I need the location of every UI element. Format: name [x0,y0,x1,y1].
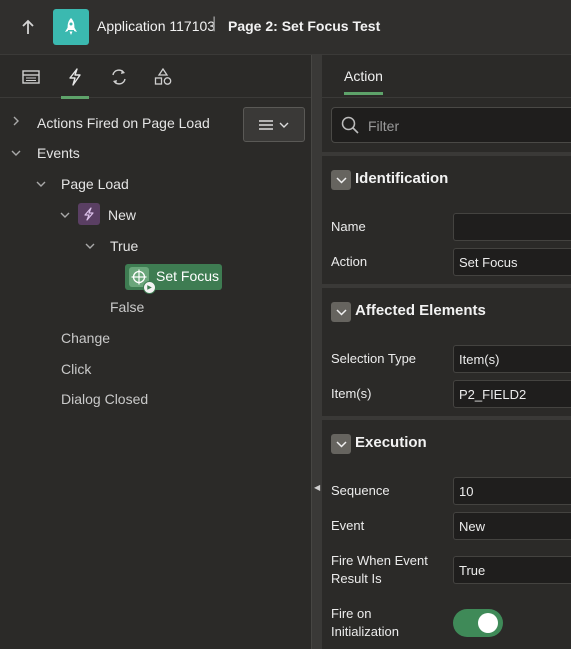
identification-title: Identification [355,170,449,187]
sequence-field[interactable]: 10 [453,477,571,505]
breadcrumb-application[interactable]: Application 117103 [97,18,215,34]
fire-when-label: Fire When Event Result Is [331,553,428,586]
app-rocket-icon[interactable] [53,9,89,45]
affected-elements-title: Affected Elements [355,302,486,319]
dynamic-actions-icon [69,68,81,86]
active-tab-indicator [344,92,383,95]
shared-components-icon [154,68,172,85]
items-field[interactable]: P2_FIELD2 [453,380,571,408]
tree-node-click[interactable]: Click [61,359,91,379]
action-label: Action [331,254,368,269]
tree-node-set-focus[interactable]: ▶ Set Focus [125,264,222,294]
expand-chevron-icon[interactable] [12,115,20,130]
left-tab-bar [0,55,311,99]
tree-node-page-load[interactable]: Page Load [61,174,129,194]
collapse-chevron-icon[interactable] [10,148,22,160]
selection-type-label: Selection Type [331,351,417,366]
tree-node-new[interactable]: New [108,205,136,225]
affected-elements-header[interactable]: Affected Elements [331,301,571,325]
name-label: Name [331,219,366,234]
tree-node-change[interactable]: Change [61,328,110,348]
processing-tab[interactable] [108,66,130,88]
tab-action[interactable]: Action [344,68,383,84]
page-title: Page 2: Set Focus Test [228,18,381,34]
processing-icon [112,69,126,85]
selection-type-select[interactable]: Item(s) [453,345,571,373]
execution-title: Execution [355,434,427,451]
chevron-down-icon[interactable] [331,170,351,190]
arrow-up-icon [22,19,34,34]
chevron-down-icon [279,122,289,128]
name-field[interactable] [453,213,571,241]
hamburger-icon [259,119,273,130]
chevron-down-icon[interactable] [331,434,351,454]
fire-when-select[interactable]: True [453,556,571,584]
collapse-left-arrow-icon[interactable]: ◀ [314,483,320,492]
collapse-chevron-icon[interactable] [35,179,47,191]
property-editor: Action Identification Name Action Set Fo… [322,55,571,649]
execution-header[interactable]: Execution [331,433,571,457]
fire-on-init-label: Fire on Initialization [331,606,399,639]
top-bar: Application 117103 \ Page 2: Set Focus T… [0,0,571,55]
fire-on-init-toggle[interactable] [453,609,503,637]
filter-input[interactable] [366,108,570,144]
collapse-chevron-icon[interactable] [84,241,96,253]
collapse-chevron-icon[interactable] [59,210,71,222]
rendering-tab[interactable] [20,66,42,88]
section-divider [322,152,571,156]
section-divider [322,416,571,420]
rendering-icon [22,70,40,84]
up-arrow-button[interactable] [14,14,42,40]
tree-node-false[interactable]: False [110,297,144,317]
dynamic-action-icon [78,203,100,225]
toggle-knob [478,613,498,633]
set-focus-label: Set Focus [156,268,220,284]
tree-menu-button[interactable] [243,107,305,142]
identification-header[interactable]: Identification [331,169,571,193]
section-divider [322,284,571,288]
sequence-label: Sequence [331,483,390,498]
tree-node-true[interactable]: True [110,236,138,256]
shared-components-tab[interactable] [152,66,174,88]
dynamic-actions-tab[interactable] [61,66,89,99]
tree-node-actions-fired[interactable]: Actions Fired on Page Load [37,113,210,133]
tree-node-dialog-closed[interactable]: Dialog Closed [61,389,148,409]
event-label: Event [331,518,365,533]
items-label: Item(s) [331,386,372,401]
tree-node-events[interactable]: Events [37,143,80,163]
action-select[interactable]: Set Focus [453,248,571,276]
left-tree-panel: Actions Fired on Page Load Events Page L… [0,55,311,649]
fire-on-init-badge-icon: ▶ [143,281,156,294]
search-icon [341,116,359,134]
chevron-down-icon[interactable] [331,302,351,322]
filter-field[interactable] [331,107,571,144]
event-select[interactable]: New [453,512,571,540]
